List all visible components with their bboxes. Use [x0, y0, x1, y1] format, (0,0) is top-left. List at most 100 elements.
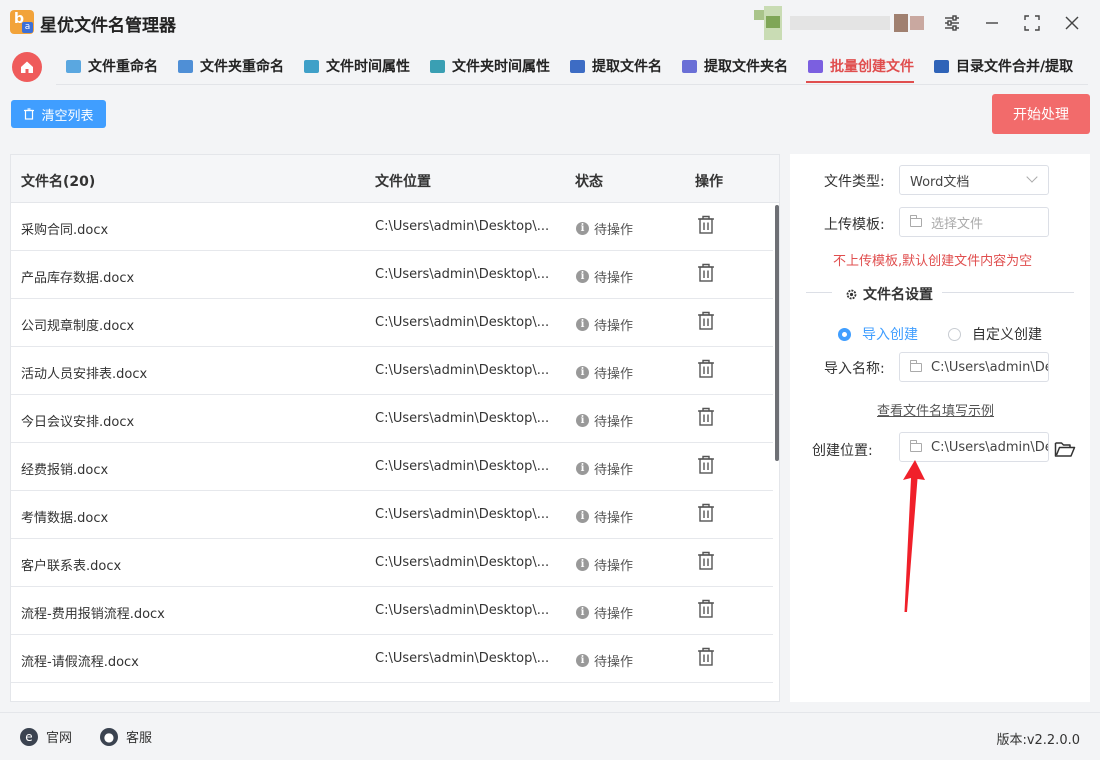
- row-filename: 经费报销.docx: [21, 463, 109, 478]
- folder-icon: [910, 214, 922, 227]
- delete-row-icon[interactable]: [697, 647, 715, 667]
- header-location: 文件位置: [375, 174, 431, 190]
- website-link[interactable]: e 官网: [20, 727, 72, 746]
- open-folder-icon[interactable]: [1054, 440, 1076, 458]
- row-location: C:\Users\admin\Desktop\...: [375, 363, 550, 378]
- delete-row-icon[interactable]: [697, 215, 715, 235]
- info-icon: i: [576, 510, 589, 523]
- tab-file-rename[interactable]: 文件重命名: [66, 54, 158, 78]
- table-scrollbar[interactable]: [775, 205, 779, 461]
- delete-row-icon[interactable]: [697, 599, 715, 619]
- row-filename: 今日会议安排.docx: [21, 415, 135, 430]
- extract-foldername-icon: [682, 59, 697, 73]
- divider: [942, 292, 1074, 293]
- table-row[interactable]: 采购合同.docx C:\Users\admin\Desktop\... i 待操作: [11, 203, 773, 251]
- row-location: C:\Users\admin\Desktop\...: [375, 603, 550, 618]
- file-type-select[interactable]: Word文档: [899, 165, 1049, 195]
- row-status-text: 待操作: [594, 463, 634, 478]
- home-icon: [21, 61, 33, 73]
- clear-list-button[interactable]: 清空列表: [11, 100, 106, 128]
- row-location: C:\Users\admin\Desktop\...: [375, 651, 550, 666]
- support-link[interactable]: ● 客服: [100, 727, 152, 746]
- divider: [56, 84, 1088, 85]
- tab-label: 文件夹时间属性: [452, 59, 550, 75]
- info-icon: i: [576, 366, 589, 379]
- table-row[interactable]: 活动人员安排表.docx C:\Users\admin\Desktop\... i 待…: [11, 347, 773, 395]
- delete-row-icon[interactable]: [697, 407, 715, 427]
- table-row[interactable]: 经费报销.docx C:\Users\admin\Desktop\... i 待操作: [11, 443, 773, 491]
- tab-merge-extract[interactable]: 目录文件合并/提取: [934, 54, 1073, 78]
- radio-selected-icon: [838, 327, 851, 341]
- row-location: C:\Users\admin\Desktop\...: [375, 507, 550, 522]
- avatar[interactable]: [754, 6, 924, 40]
- tab-label: 文件夹重命名: [200, 59, 284, 75]
- row-status-text: 待操作: [594, 415, 634, 430]
- tab-label: 文件时间属性: [326, 59, 410, 75]
- radio-custom-create[interactable]: 自定义创建: [948, 324, 1042, 344]
- import-name-label: 导入名称:: [824, 361, 885, 377]
- extract-filename-icon: [570, 59, 585, 73]
- tab-file-time[interactable]: 文件时间属性: [304, 54, 410, 78]
- filename-example-link[interactable]: 查看文件名填写示例: [877, 400, 994, 419]
- row-status: i 待操作: [576, 555, 633, 574]
- close-icon[interactable]: [1061, 12, 1083, 34]
- row-status: i 待操作: [576, 651, 633, 670]
- row-status-text: 待操作: [594, 271, 634, 286]
- file-type-label: 文件类型:: [824, 174, 885, 190]
- folder-icon: [910, 359, 922, 372]
- table-row[interactable]: 流程-费用报销流程.docx C:\Users\admin\Desktop\...…: [11, 587, 773, 635]
- tab-extract-foldername[interactable]: 提取文件夹名: [682, 54, 788, 78]
- delete-row-icon[interactable]: [697, 311, 715, 331]
- row-filename: 客户联系表.docx: [21, 559, 122, 574]
- info-icon: i: [576, 318, 589, 331]
- trash-icon: [24, 108, 35, 120]
- file-rename-icon: [66, 59, 81, 73]
- home-button[interactable]: [12, 52, 42, 82]
- settings-icon[interactable]: [941, 12, 963, 34]
- minimize-icon[interactable]: [981, 12, 1003, 34]
- batch-create-icon: [808, 59, 823, 73]
- delete-row-icon[interactable]: [697, 359, 715, 379]
- table-row[interactable]: 考情数据.docx C:\Users\admin\Desktop\... i 待操作: [11, 491, 773, 539]
- row-location: C:\Users\admin\Desktop\...: [375, 219, 550, 234]
- delete-row-icon[interactable]: [697, 263, 715, 283]
- tab-folder-time[interactable]: 文件夹时间属性: [430, 54, 550, 78]
- row-filename: 采购合同.docx: [21, 223, 109, 238]
- browser-icon: e: [20, 727, 38, 746]
- row-location: C:\Users\admin\Desktop\...: [375, 411, 550, 426]
- tab-folder-rename[interactable]: 文件夹重命名: [178, 54, 284, 78]
- info-icon: i: [576, 606, 589, 619]
- support-label: 客服: [126, 731, 153, 746]
- table-row[interactable]: 产品库存数据.docx C:\Users\admin\Desktop\... i 待操…: [11, 251, 773, 299]
- info-icon: i: [576, 414, 589, 427]
- info-icon: i: [576, 270, 589, 283]
- tab-extract-filename[interactable]: 提取文件名: [570, 54, 662, 78]
- table-row[interactable]: 今日会议安排.docx C:\Users\admin\Desktop\... i 待操…: [11, 395, 773, 443]
- row-location: C:\Users\admin\Desktop\...: [375, 267, 550, 282]
- table-row[interactable]: 公司规章制度.docx C:\Users\admin\Desktop\... i 待操…: [11, 299, 773, 347]
- delete-row-icon[interactable]: [697, 551, 715, 571]
- radio-import-create[interactable]: 导入创建: [838, 324, 918, 344]
- template-file-input[interactable]: 选择文件: [899, 207, 1049, 237]
- row-filename: 产品库存数据.docx: [21, 271, 135, 286]
- template-warning: 不上传模板,默认创建文件内容为空: [833, 254, 1033, 269]
- tab-label: 文件重命名: [88, 59, 158, 75]
- delete-row-icon[interactable]: [697, 503, 715, 523]
- start-process-button[interactable]: 开始处理: [992, 94, 1090, 134]
- footer: e 官网 ● 客服 版本:v2.2.0.0: [0, 712, 1100, 760]
- delete-row-icon[interactable]: [697, 455, 715, 475]
- row-location: C:\Users\admin\Desktop\...: [375, 555, 550, 570]
- radio-custom-label: 自定义创建: [972, 327, 1042, 343]
- row-filename: 考情数据.docx: [21, 511, 109, 526]
- row-status: i 待操作: [576, 315, 633, 334]
- maximize-icon[interactable]: [1021, 12, 1043, 34]
- table-row[interactable]: 客户联系表.docx C:\Users\admin\Desktop\... i 待操作: [11, 539, 773, 587]
- file-type-value: Word文档: [910, 174, 970, 190]
- row-status: i 待操作: [576, 507, 633, 526]
- clear-list-label: 清空列表: [41, 108, 94, 124]
- merge-extract-icon: [934, 59, 949, 73]
- section-title: 文件名设置: [845, 284, 933, 304]
- import-name-input[interactable]: C:\Users\admin\De: [899, 352, 1049, 382]
- table-row[interactable]: 流程-请假流程.docx C:\Users\admin\Desktop\... i 待…: [11, 635, 773, 683]
- tab-batch-create[interactable]: 批量创建文件: [808, 54, 914, 78]
